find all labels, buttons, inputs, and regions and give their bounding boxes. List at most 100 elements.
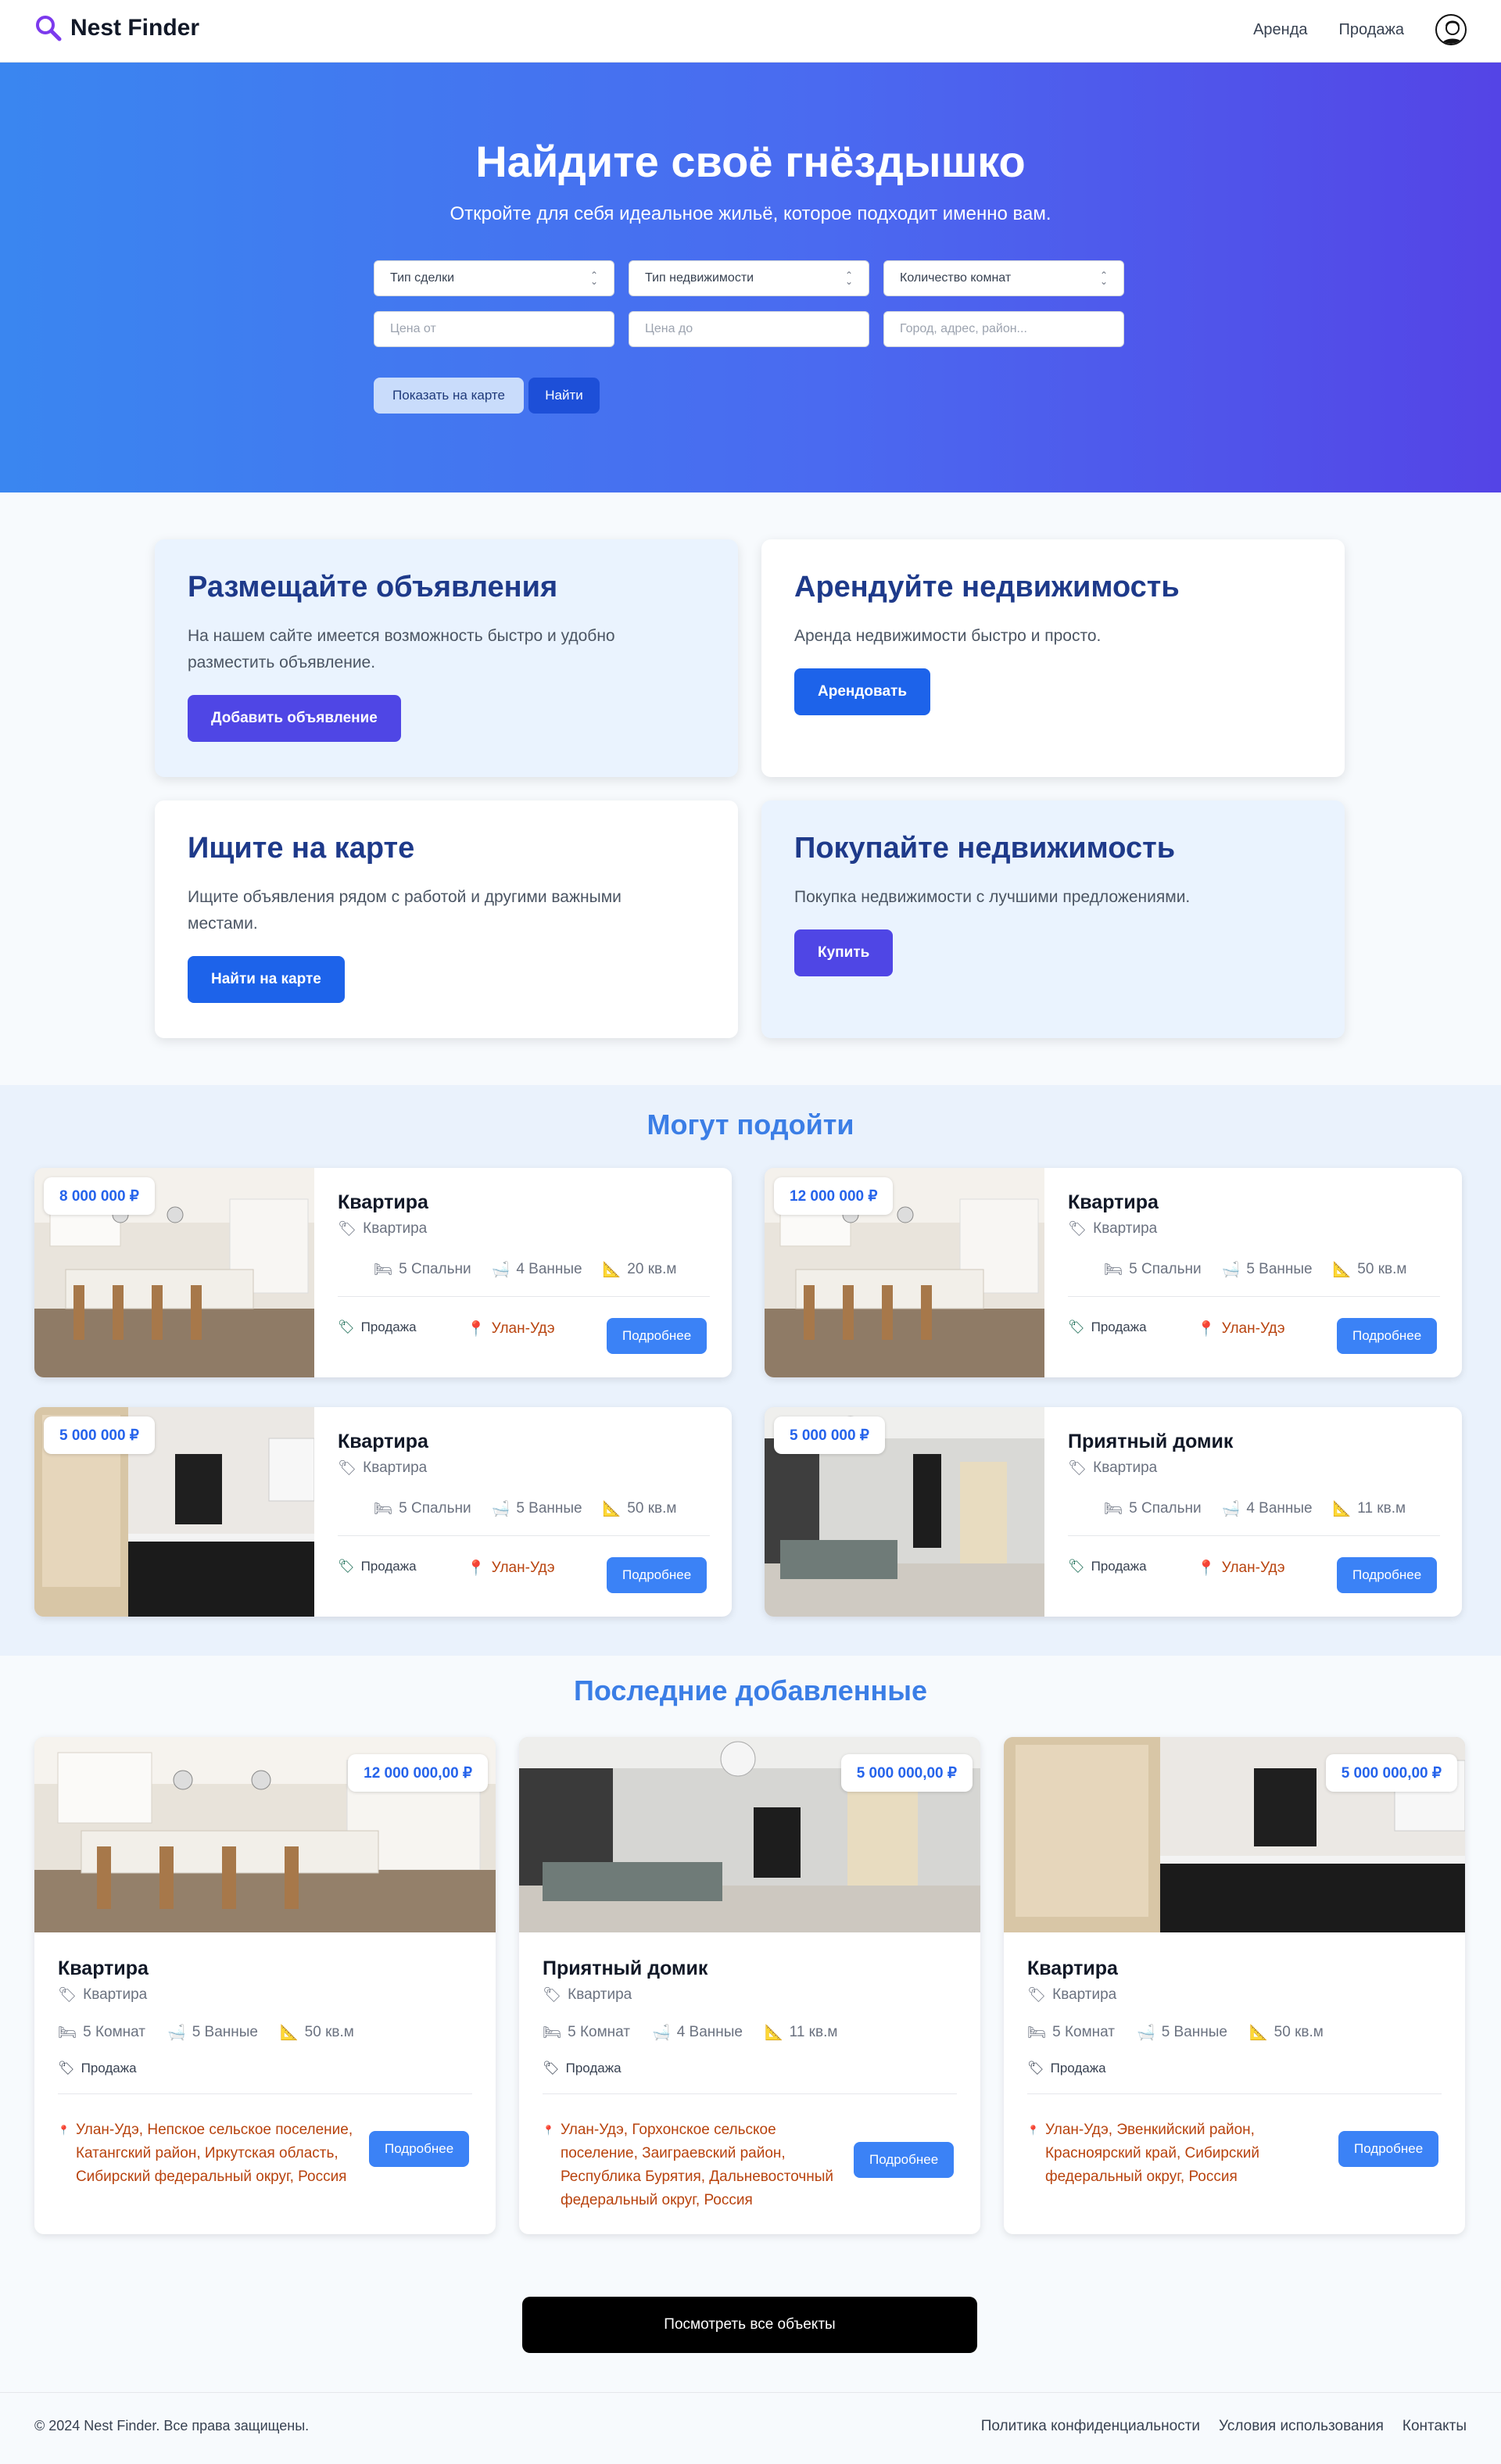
latest-title: Последние добавленные <box>573 1674 927 1707</box>
ruler-icon: 📐 <box>1332 1501 1352 1517</box>
property-title: Квартира <box>338 1191 428 1213</box>
deal-type-label: Продажа <box>1091 1559 1147 1574</box>
details-button[interactable]: Подробнее <box>854 2142 955 2178</box>
footer-link-terms[interactable]: Условия использования <box>1219 2418 1384 2435</box>
area-label: 20 кв.м <box>627 1261 677 1277</box>
divider <box>338 1296 710 1297</box>
price-to-input[interactable]: Цена до <box>629 311 869 347</box>
user-avatar-icon[interactable] <box>1435 14 1467 45</box>
price-badge: 5 000 000,00 ₽ <box>1325 1754 1457 1792</box>
tag-icon: 🏷 <box>58 1987 77 2004</box>
footer-link-privacy[interactable]: Политика конфиденциальности <box>981 2418 1200 2435</box>
logo[interactable]: Nest Finder <box>34 14 199 42</box>
deal-type-label: Продажа <box>1091 1320 1147 1334</box>
property-title: Квартира <box>1027 1957 1118 1979</box>
address-label: Улан-Удэ, Непское сельское поселение, Ка… <box>75 2122 353 2185</box>
price-badge: 5 000 000,00 ₽ <box>840 1754 973 1792</box>
add-listing-button[interactable]: Добавить объявление <box>188 695 401 742</box>
footer-link-contacts[interactable]: Контакты <box>1402 2418 1467 2435</box>
price-from-input[interactable]: Цена от <box>374 311 614 347</box>
hero-subtitle: Откройте для себя идеальное жильё, котор… <box>450 203 1051 224</box>
hero-title: Найдите своё гнёздышко <box>475 137 1026 186</box>
promo-title: Покупайте недвижимость <box>794 832 1176 865</box>
bathrooms: 🛁 5 Ванные <box>492 1499 582 1518</box>
address: 📍 Улан-Удэ, Эвенкийский район, Красноярск… <box>1027 2118 1324 2189</box>
property-card[interactable]: 5 000 000 ₽ Квартира 🏷 Квартира 🛏 5 Спальн… <box>34 1407 732 1617</box>
nav-link-rent[interactable]: Аренда <box>1253 21 1307 39</box>
location-pin-icon: 📍 <box>543 2125 554 2136</box>
deal-type-select-value: Тип сделки <box>390 271 455 285</box>
property-features: 🛏 5 Комнат 🛁 4 Ванные 📐 11 кв.м <box>543 2023 837 2042</box>
details-button[interactable]: Подробнее <box>607 1557 708 1593</box>
view-all-button[interactable]: Посмотреть все объекты <box>522 2297 977 2353</box>
divider <box>338 1535 710 1536</box>
hero-section: Найдите своё гнёздышко Откройте для себя… <box>0 63 1501 492</box>
bath-icon: 🛁 <box>491 1501 510 1517</box>
select-arrows-icon: ⌃ ⌄ <box>589 270 598 287</box>
bedrooms: 🛏 5 Спальни <box>374 1260 471 1279</box>
property-card[interactable]: 12 000 000 ₽ Квартира 🏷 Квартира 🛏 5 Спаль… <box>765 1168 1462 1377</box>
property-card[interactable]: 8 000 000 ₽ Квартира 🏷 Квартира 🛏 5 Спальн… <box>34 1168 732 1377</box>
property-type: 🏷 Квартира <box>338 1219 427 1238</box>
find-on-map-button[interactable]: Найти на карте <box>188 956 345 1003</box>
find-button[interactable]: Найти <box>528 378 600 414</box>
tag-icon: 🏷 <box>338 1320 355 1334</box>
bath-icon: 🛁 <box>1221 1262 1241 1278</box>
details-button[interactable]: Подробнее <box>1338 2131 1439 2167</box>
promo-card-rent: Арендуйте недвижимость Аренда недвижимос… <box>761 539 1345 777</box>
property-type-label: Квартира <box>1052 1986 1117 2003</box>
property-type-select-value: Тип недвижимости <box>645 271 754 285</box>
tag-icon: 🏷 <box>338 1559 355 1574</box>
deal-type-label: Продажа <box>565 2061 622 2075</box>
deal-type: 🏷 Продажа <box>1027 2061 1106 2076</box>
details-button[interactable]: Подробнее <box>1337 1557 1438 1593</box>
deal-type-select[interactable]: Тип сделки ⌃ ⌄ <box>374 260 614 296</box>
promo-title: Арендуйте недвижимость <box>794 571 1180 603</box>
bathrooms: 🛁 5 Ванные <box>1222 1260 1313 1279</box>
show-on-map-button[interactable]: Показать на карте <box>374 378 524 414</box>
ruler-icon: 📐 <box>1248 2025 1268 2041</box>
bathrooms: 🛁 4 Ванные <box>1222 1499 1313 1518</box>
property-type: 🏷 Квартира <box>1027 1986 1116 2004</box>
property-type-label: Квартира <box>1093 1459 1158 1476</box>
property-type-select[interactable]: Тип недвижимости ⌃ ⌄ <box>629 260 869 296</box>
latest-property-card[interactable]: 5 000 000,00 ₽ Квартира 🏷 Квартира 🛏 5 Ком… <box>1004 1737 1465 2234</box>
latest-property-card[interactable]: 5 000 000,00 ₽ Приятный домик 🏷 Квартира … <box>519 1737 980 2234</box>
city-label: Улан-Удэ <box>491 1560 555 1576</box>
price-badge: 12 000 000 ₽ <box>774 1177 894 1215</box>
select-arrows-icon: ⌃ ⌄ <box>844 270 853 287</box>
rooms-count-select[interactable]: Количество комнат ⌃ ⌄ <box>883 260 1124 296</box>
city: 📍 Улан-Удэ <box>467 1559 555 1578</box>
area: 📐 50 кв.м <box>280 2023 354 2042</box>
area: 📐 50 кв.м <box>1249 2023 1324 2042</box>
deal-type-label: Продажа <box>360 1559 417 1574</box>
bathrooms-label: 4 Ванные <box>676 2024 743 2040</box>
promo-text: На нашем сайте имеется возможность быстр… <box>188 627 615 672</box>
area-label: 11 кв.м <box>1357 1500 1406 1517</box>
deal-type: 🏷 Продажа <box>338 1559 417 1574</box>
tag-icon: 🏷 <box>58 2061 75 2075</box>
latest-property-card[interactable]: 12 000 000,00 ₽ Квартира 🏷 Квартира 🛏 5 Ко… <box>34 1737 496 2234</box>
bath-icon: 🛁 <box>1221 1501 1241 1517</box>
rooms: 🛏 5 Комнат <box>58 2023 145 2042</box>
buy-button[interactable]: Купить <box>794 929 894 976</box>
rent-button[interactable]: Арендовать <box>794 668 931 715</box>
details-button[interactable]: Подробнее <box>1337 1318 1438 1354</box>
details-button[interactable]: Подробнее <box>369 2131 470 2167</box>
property-card[interactable]: 5 000 000 ₽ Приятный домик 🏷 Квартира 🛏 5 … <box>765 1407 1462 1617</box>
bath-icon: 🛁 <box>1137 2025 1155 2041</box>
location-pin-icon: 📍 <box>467 1560 485 1577</box>
location-pin-icon: 📍 <box>58 2125 70 2136</box>
deal-type-label: Продажа <box>81 2061 137 2075</box>
tag-icon: 🏷 <box>338 1221 357 1237</box>
property-features: 🛏 5 Спальни 🛁 5 Ванные 📐 50 кв.м <box>1104 1260 1406 1279</box>
bed-icon: 🛏 <box>374 1501 393 1517</box>
bathrooms: 🛁 4 Ванные <box>492 1260 582 1279</box>
details-button[interactable]: Подробнее <box>607 1318 708 1354</box>
bedrooms-label: 5 Спальни <box>1129 1500 1202 1517</box>
nav-link-sale[interactable]: Продажа <box>1339 21 1404 39</box>
location-pin-icon: 📍 <box>1197 1321 1216 1338</box>
property-type: 🏷 Квартира <box>338 1459 427 1477</box>
bathrooms-label: 4 Ванные <box>516 1261 582 1277</box>
location-input[interactable]: Город, адрес, район... <box>883 311 1124 347</box>
